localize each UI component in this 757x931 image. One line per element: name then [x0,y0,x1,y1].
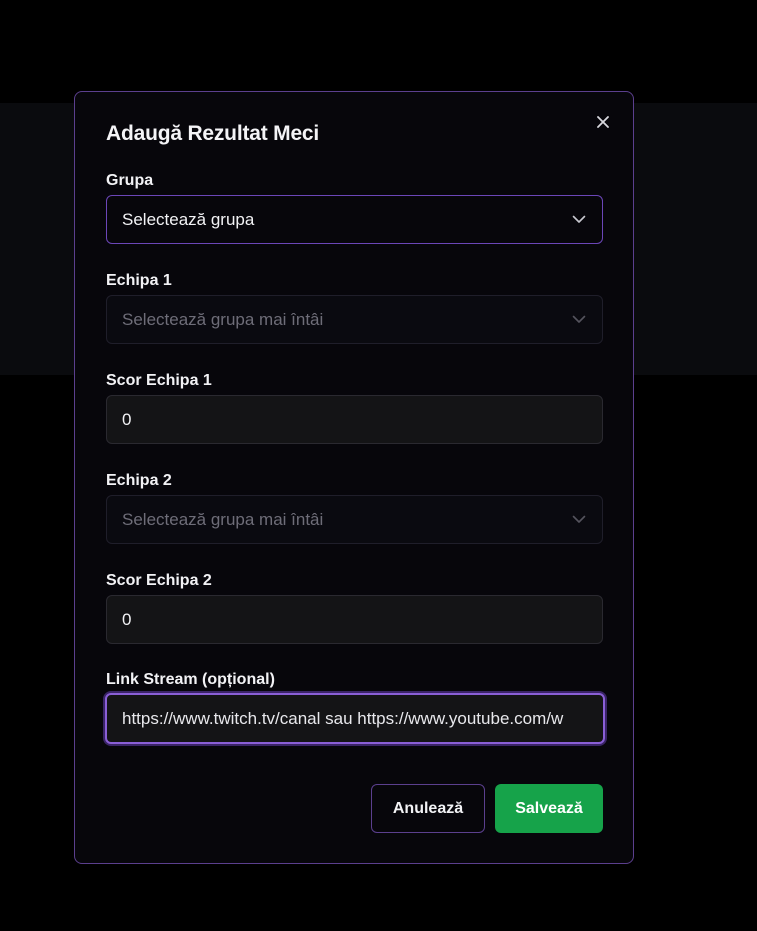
team2-label: Echipa 2 [106,472,172,489]
score2-input[interactable]: 0 [106,595,603,644]
score1-input[interactable]: 0 [106,395,603,444]
team1-label: Echipa 1 [106,272,172,289]
add-match-result-dialog: Adaugă Rezultat Meci Grupa Selectează gr… [74,91,634,864]
team2-select-value: Selectează grupa mai întâi [122,509,324,529]
stream-link-placeholder: https://www.twitch.tv/canal sau https://… [122,708,564,728]
stream-link-label: Link Stream (opțional) [106,671,275,688]
score1-value: 0 [122,409,132,429]
score1-label: Scor Echipa 1 [106,372,212,389]
chevron-down-icon [572,213,586,227]
close-button[interactable] [593,112,613,132]
team1-select-value: Selectează grupa mai întâi [122,309,324,329]
group-select-value: Selectează grupa [122,209,255,229]
close-icon [597,116,609,128]
group-label: Grupa [106,172,154,189]
save-button[interactable]: Salvează [495,784,603,833]
cancel-button[interactable]: Anulează [371,784,485,833]
team1-select[interactable]: Selectează grupa mai întâi [106,295,603,344]
score2-value: 0 [122,609,132,629]
chevron-down-icon [572,313,586,327]
chevron-down-icon [572,513,586,527]
team2-select[interactable]: Selectează grupa mai întâi [106,495,603,544]
score2-label: Scor Echipa 2 [106,572,212,589]
stream-link-input[interactable]: https://www.twitch.tv/canal sau https://… [105,693,605,744]
group-select[interactable]: Selectează grupa [106,195,603,244]
dialog-title: Adaugă Rezultat Meci [106,122,320,145]
